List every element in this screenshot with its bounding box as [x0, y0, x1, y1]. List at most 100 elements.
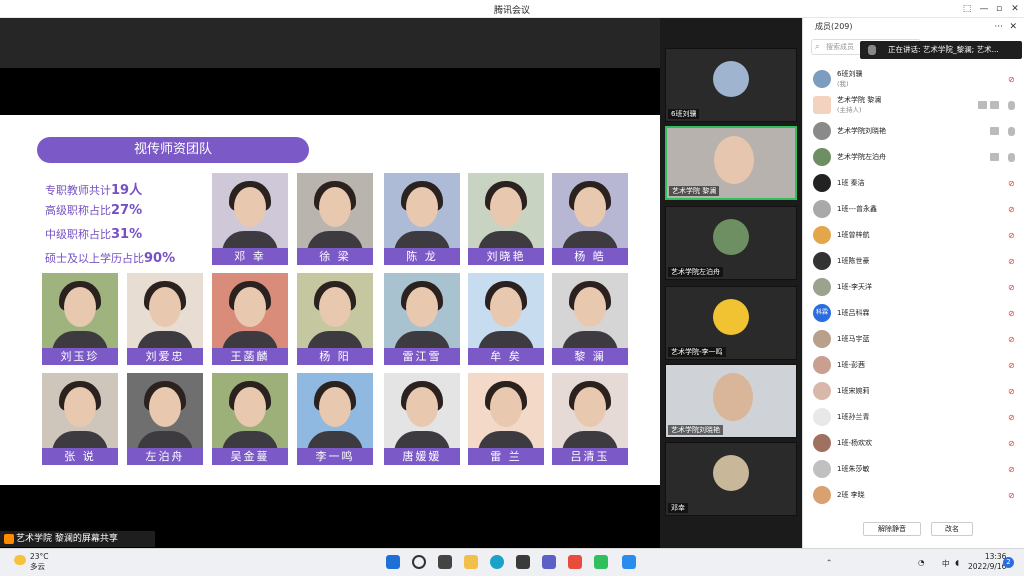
tencent-meeting-icon[interactable] — [622, 555, 636, 569]
avatar — [813, 148, 831, 166]
teacher-photo: 张 说 — [42, 373, 118, 465]
mic-muted-icon[interactable]: ⊘ — [1008, 205, 1015, 214]
teacher-photo: 雷江雪 — [384, 273, 460, 365]
member-row[interactable]: 1班-李天洋 ⊘ — [803, 274, 1024, 300]
avatar — [813, 96, 831, 114]
member-row[interactable]: 1班---曾永鑫 ⊘ — [803, 196, 1024, 222]
teacher-photo: 唐媛媛 — [384, 373, 460, 465]
member-row[interactable]: 艺术学院 黎澜 (主持人) — [803, 92, 1024, 118]
notification-badge[interactable]: 2 — [1003, 557, 1014, 568]
member-row[interactable]: 1班-彭茜 ⊘ — [803, 352, 1024, 378]
video-tile[interactable]: 6班刘骥 — [665, 48, 797, 122]
member-row[interactable]: 6班刘骥 (我) ⊘ — [803, 66, 1024, 92]
member-row[interactable]: 艺术学院刘晓艳 — [803, 118, 1024, 144]
mic-muted-icon[interactable]: ⊘ — [1008, 335, 1015, 344]
camera-icon[interactable] — [990, 127, 999, 135]
wifi-icon[interactable]: ◔ — [918, 558, 925, 567]
avatar — [813, 174, 831, 192]
more-icon[interactable]: ··· — [994, 18, 1003, 36]
mic-muted-icon[interactable]: ⊘ — [1008, 361, 1015, 370]
teacher-photo: 黎 澜 — [552, 273, 628, 365]
close-icon[interactable]: ✕ — [1009, 18, 1017, 36]
mic-muted-icon[interactable]: ⊘ — [1008, 413, 1015, 422]
stat-line: 硕士及以上学历占比90% — [45, 251, 176, 266]
avatar — [713, 61, 749, 97]
mic-muted-icon[interactable]: ⊘ — [1008, 179, 1015, 188]
mic-muted-icon[interactable]: ⊘ — [1008, 439, 1015, 448]
avatar — [713, 455, 749, 491]
close-button[interactable]: ✕ — [1008, 2, 1022, 16]
store-icon[interactable] — [516, 555, 530, 569]
video-gallery: 6班刘骥 艺术学院 黎澜 艺术学院左泊舟 艺术学院-李一鸣 艺术学院刘晓艳 邓幸 — [660, 18, 802, 548]
share-icon — [4, 533, 14, 544]
video-tile[interactable]: 艺术学院刘晓艳 — [665, 364, 797, 438]
stat-line: 专职教师共计19人 — [45, 183, 143, 198]
weather-widget[interactable]: 23°C 多云 — [14, 552, 49, 572]
mic-muted-icon[interactable]: ⊘ — [1008, 75, 1015, 84]
edge-browser-icon[interactable] — [490, 555, 504, 569]
chevron-up-icon[interactable]: ⌃ — [826, 558, 832, 567]
screen-share-icon — [978, 101, 987, 109]
mic-muted-icon[interactable]: ⊘ — [1008, 257, 1015, 266]
search-icon[interactable] — [412, 555, 426, 569]
mic-muted-icon[interactable]: ⊘ — [1008, 309, 1015, 318]
stat-line: 中级职称占比31% — [45, 227, 143, 242]
video-tile-active-speaker[interactable]: 艺术学院 黎澜 — [665, 126, 797, 200]
avatar — [813, 70, 831, 88]
member-row[interactable]: 科霖 1班吕科霖 ⊘ — [803, 300, 1024, 326]
task-view-icon[interactable] — [438, 555, 452, 569]
member-row[interactable]: 1班马宇蓝 ⊘ — [803, 326, 1024, 352]
avatar — [813, 408, 831, 426]
camera-icon[interactable] — [990, 153, 999, 161]
app-icon[interactable] — [542, 555, 556, 569]
clock[interactable]: 13:36 2022/9/16 — [968, 552, 1006, 572]
avatar — [813, 278, 831, 296]
teacher-photo: 吕清玉 — [552, 373, 628, 465]
video-tile[interactable]: 艺术学院左泊舟 — [665, 206, 797, 280]
video-tile[interactable]: 艺术学院-李一鸣 — [665, 286, 797, 360]
member-row[interactable]: 1班曾梓航 ⊘ — [803, 222, 1024, 248]
maximize-button[interactable]: ▫ — [992, 2, 1006, 16]
members-panel: 成员(209) ··· ✕ ⌕ 搜索成员 6班刘骥 (我) ⊘ 艺术学院 黎澜 (主持人… — [802, 18, 1024, 548]
member-row[interactable]: 1班孙兰青 ⊘ — [803, 404, 1024, 430]
mic-icon[interactable] — [1008, 153, 1015, 162]
member-row[interactable]: 1班朱莎敏 ⊘ — [803, 456, 1024, 482]
teacher-photo: 王菡麟 — [212, 273, 288, 365]
camera-icon[interactable] — [990, 101, 999, 109]
member-row[interactable]: 2班 李晓 ⊘ — [803, 482, 1024, 508]
stat-line: 高级职称占比27% — [45, 203, 143, 218]
avatar — [813, 460, 831, 478]
teacher-photo: 徐 梁 — [297, 173, 373, 265]
minimize-button[interactable]: — — [977, 2, 991, 16]
windows-start-icon[interactable] — [386, 555, 400, 569]
unmute-all-button[interactable]: 解除静音 — [863, 522, 921, 536]
mic-muted-icon[interactable]: ⊘ — [1008, 465, 1015, 474]
member-row[interactable]: 艺术学院左泊舟 — [803, 144, 1024, 170]
avatar — [713, 373, 753, 421]
mic-muted-icon[interactable]: ⊘ — [1008, 231, 1015, 240]
file-explorer-icon[interactable] — [464, 555, 478, 569]
avatar — [813, 122, 831, 140]
teacher-photo: 雷 兰 — [468, 373, 544, 465]
mic-muted-icon[interactable]: ⊘ — [1008, 283, 1015, 292]
mic-icon[interactable] — [1008, 127, 1015, 136]
pin-button[interactable]: ⬚ — [960, 2, 974, 16]
mic-icon[interactable] — [1008, 101, 1015, 110]
mic-muted-icon[interactable]: ⊘ — [1008, 491, 1015, 500]
avatar — [713, 219, 749, 255]
member-row[interactable]: 1班 秦洁 ⊘ — [803, 170, 1024, 196]
member-row[interactable]: 1班宋婉莉 ⊘ — [803, 378, 1024, 404]
member-row[interactable]: 1班-杨欢欢 ⊘ — [803, 430, 1024, 456]
rename-button[interactable]: 改名 — [931, 522, 973, 536]
search-icon: ⌕ — [815, 42, 820, 51]
tencent-meeting-window: { "window": {"title": "腾讯会议", "controls"… — [0, 0, 1024, 576]
mic-muted-icon[interactable]: ⊘ — [1008, 387, 1015, 396]
speaker-icon[interactable]: ◖ — [955, 558, 959, 567]
ime-indicator[interactable]: 中 — [942, 558, 950, 569]
speaking-indicator: 正在讲话: 艺术学院_黎澜; 艺术... — [860, 41, 1022, 59]
wechat-icon[interactable] — [594, 555, 608, 569]
member-row[interactable]: 1班陈世豪 ⊘ — [803, 248, 1024, 274]
teacher-photo: 吴金蔓 — [212, 373, 288, 465]
video-tile[interactable]: 邓幸 — [665, 442, 797, 516]
app-icon[interactable] — [568, 555, 582, 569]
